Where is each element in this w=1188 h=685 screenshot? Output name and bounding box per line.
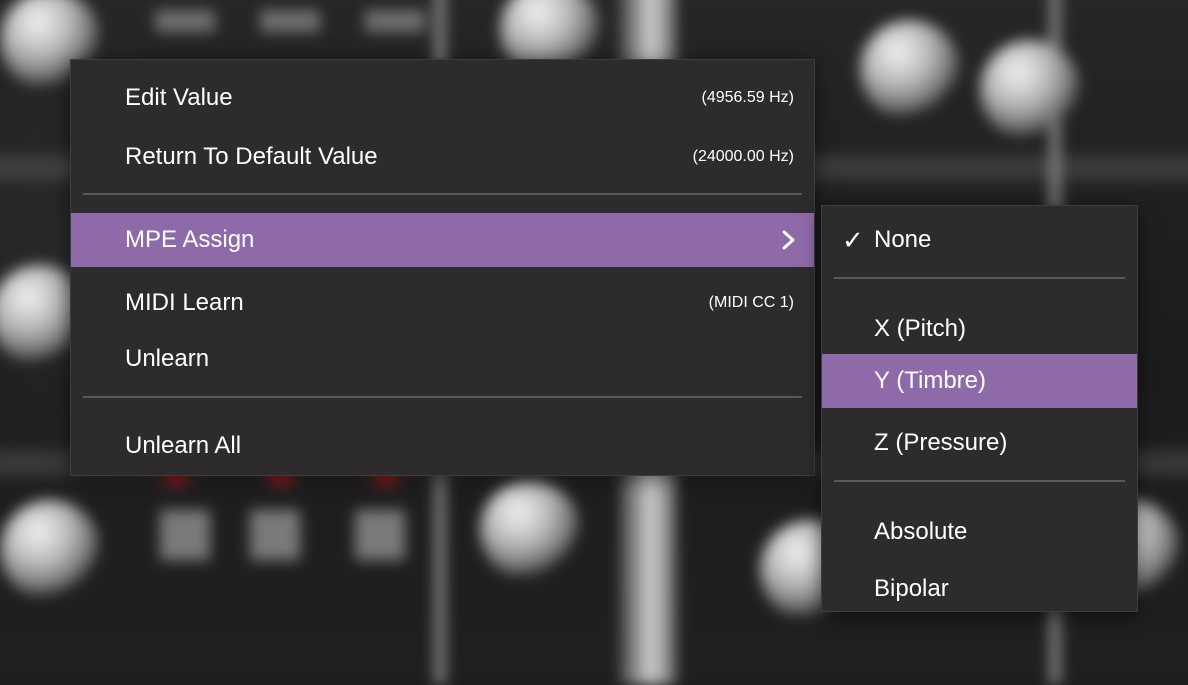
submenu-item-absolute[interactable]: Absolute [822,505,1137,559]
submenu-item-label: Z (Pressure) [874,429,1008,456]
submenu-item-label: X (Pitch) [874,315,967,342]
menu-item-label: Unlearn [125,345,210,372]
menu-item-unlearn-all[interactable]: Unlearn All [71,419,814,473]
submenu-item-label: Bipolar [874,575,949,602]
menu-item-label: Return To Default Value [125,143,378,170]
menu-item-label: MIDI Learn [125,289,244,316]
submenu-item-z-pressure[interactable]: Z (Pressure) [822,416,1137,470]
menu-separator [83,193,802,195]
default-value-hint: (24000.00 Hz) [692,148,794,165]
menu-item-edit-value[interactable]: Edit Value (4956.59 Hz) [71,71,814,125]
menu-item-label: Unlearn All [125,432,242,459]
midi-cc-hint: (MIDI CC 1) [708,294,794,311]
parameter-context-menu: Edit Value (4956.59 Hz) Return To Defaul… [70,59,815,476]
menu-separator [83,396,802,398]
current-value-hint: (4956.59 Hz) [701,89,795,106]
chevron-right-icon [782,230,795,250]
menu-item-return-to-default[interactable]: Return To Default Value (24000.00 Hz) [71,130,814,184]
menu-item-unlearn[interactable]: Unlearn [71,332,814,386]
menu-separator [834,480,1125,482]
menu-item-label: MPE Assign [125,226,255,253]
menu-item-label: Edit Value [125,84,233,111]
menu-item-midi-learn[interactable]: MIDI Learn (MIDI CC 1) [71,276,814,330]
submenu-item-none[interactable]: ✓ None [822,213,1137,267]
mpe-assign-submenu: ✓ None X (Pitch) Y (Timbre) Z (Pressure)… [821,205,1138,612]
submenu-item-label: None [874,226,932,253]
menu-separator [834,277,1125,279]
checkmark-icon: ✓ [842,225,864,255]
submenu-item-label: Y (Timbre) [874,367,987,394]
submenu-item-y-timbre[interactable]: Y (Timbre) [822,354,1137,408]
submenu-item-label: Absolute [874,518,968,545]
submenu-item-x-pitch[interactable]: X (Pitch) [822,302,1137,356]
submenu-item-bipolar[interactable]: Bipolar [822,562,1137,616]
menu-item-mpe-assign[interactable]: MPE Assign [71,213,814,267]
